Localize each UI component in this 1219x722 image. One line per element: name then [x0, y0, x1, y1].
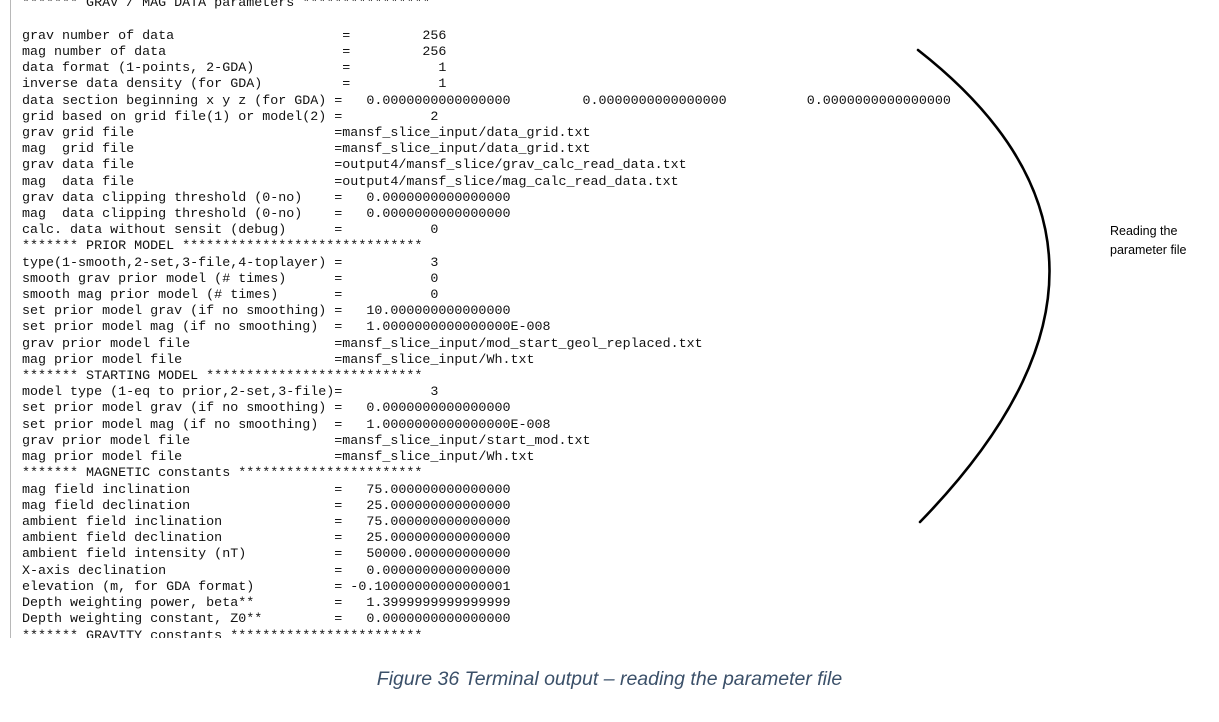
annotation-line-2: parameter file: [1110, 243, 1187, 257]
annotation-line-1: Reading the: [1110, 224, 1178, 238]
figure-caption: Figure 36 Terminal output – reading the …: [376, 668, 843, 690]
brace-bracket: [916, 48, 1051, 524]
annotation-label: Reading the parameter file: [1110, 222, 1210, 260]
